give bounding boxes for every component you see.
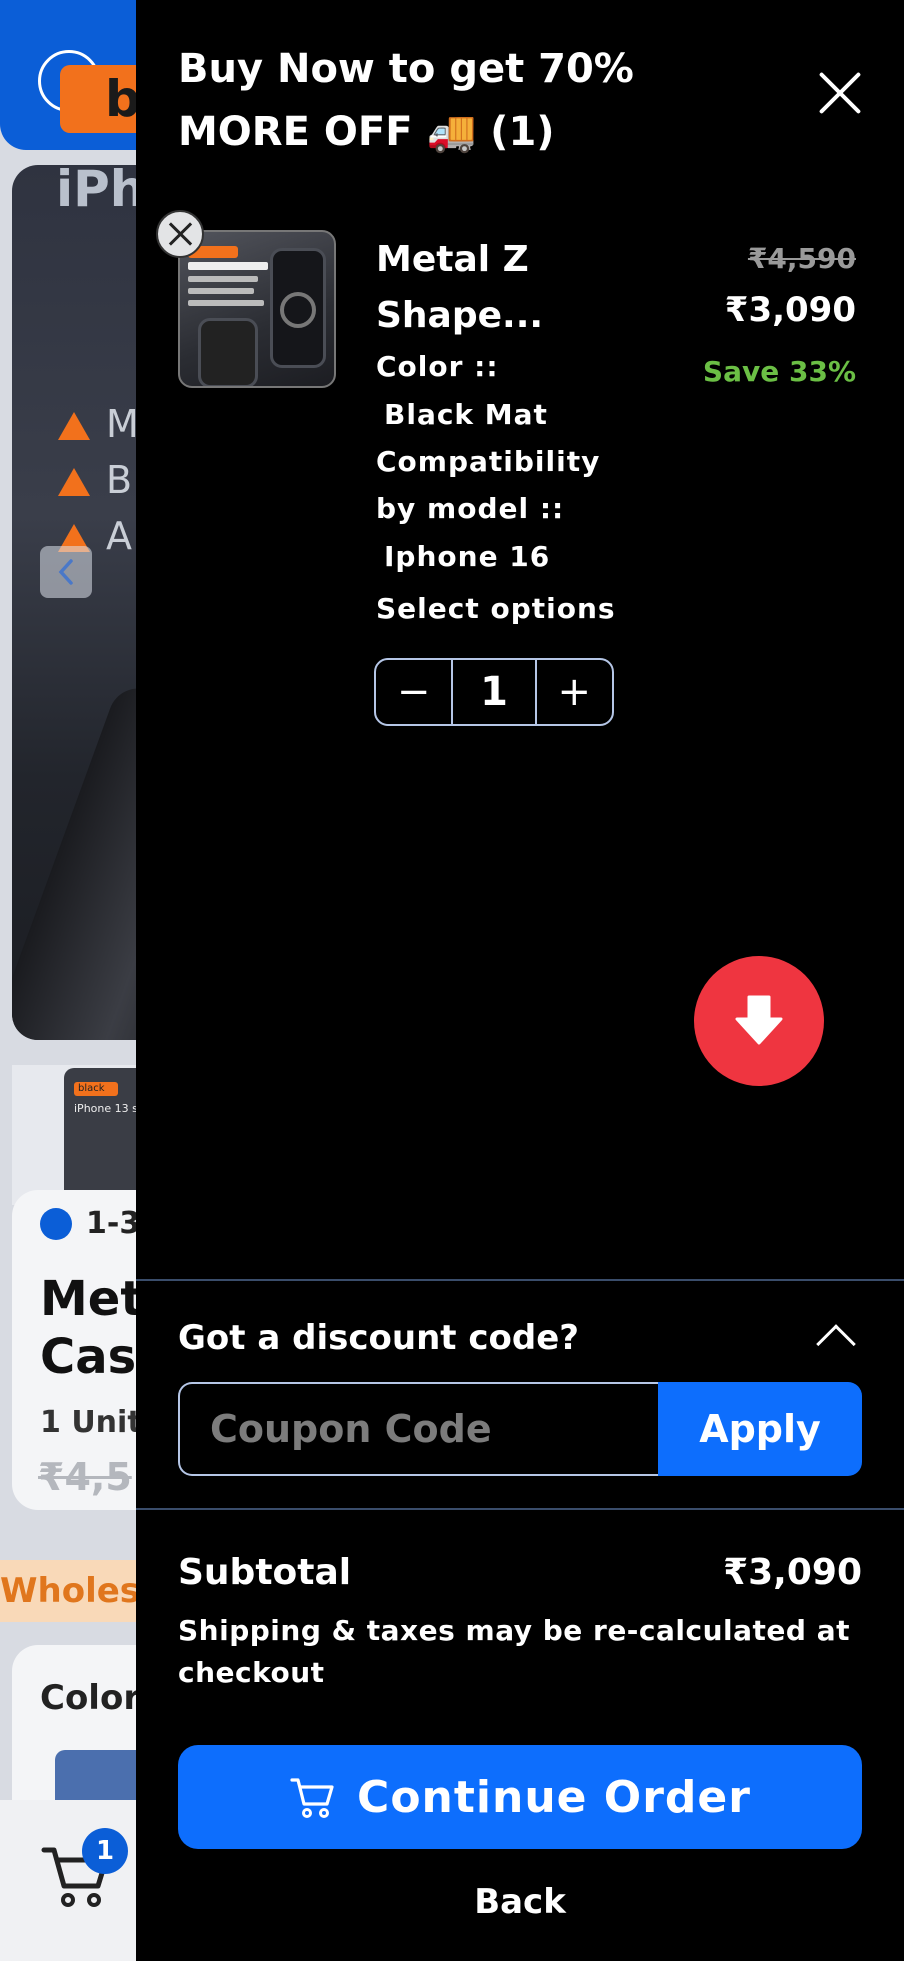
product-name[interactable]: Metal Z Shape... (376, 232, 616, 344)
back-link[interactable]: Back (136, 1882, 904, 1922)
scroll-down-button[interactable] (694, 956, 824, 1086)
drawer-title: Buy Now to get 70% MORE OFF 🚚 (1) (178, 46, 634, 155)
bg-feature-text: M (106, 402, 139, 446)
qty-value[interactable]: 1 (451, 660, 537, 724)
thumb-line (188, 276, 258, 282)
cart-icon (290, 1778, 334, 1818)
bg-delivery-text: 1-3 (86, 1206, 141, 1241)
compat-value: Iphone 16 (384, 540, 551, 573)
select-options-link[interactable]: Select options (376, 592, 616, 625)
remove-item-icon[interactable] (156, 210, 204, 258)
color-value: Black Mat (384, 398, 548, 431)
subtotal-value: ₹3,090 (723, 1552, 862, 1593)
warning-triangle-icon (58, 468, 90, 496)
save-percent: Save 33% (702, 355, 856, 388)
bg-title-fragment: iPh (56, 160, 146, 218)
thumb-ring (280, 292, 316, 328)
bg-unit-text: 1 Unit (40, 1405, 142, 1440)
product-thumbnail (178, 230, 336, 388)
qty-minus-button[interactable]: − (376, 660, 451, 724)
quantity-stepper: − 1 + (374, 658, 614, 726)
color-label: Color :: (376, 350, 499, 383)
bg-strike-price: ₹4,5 (38, 1455, 132, 1499)
cart-count-badge: 1 (82, 1828, 128, 1874)
bg-color-label: Color (40, 1678, 141, 1718)
arrow-down-icon (735, 995, 783, 1045)
divider (136, 1279, 904, 1281)
continue-order-button[interactable]: Continue Order (178, 1745, 862, 1849)
chevron-up-icon[interactable] (816, 1324, 856, 1364)
divider (136, 1508, 904, 1510)
original-price: ₹4,590 (747, 242, 856, 275)
clock-icon (40, 1208, 72, 1240)
shipping-note: Shipping & taxes may be re-calculated at… (178, 1614, 850, 1689)
coupon-input[interactable] (178, 1382, 658, 1476)
cart-drawer: Buy Now to get 70% MORE OFF 🚚 (1) Metal … (136, 0, 904, 1961)
discount-title[interactable]: Got a discount code? (178, 1318, 579, 1358)
thumb-case-back (198, 318, 258, 386)
bg-feature-text: A (106, 514, 132, 558)
compat-label-1: Compatibility (376, 445, 601, 478)
bg-thumb-tag: black (74, 1082, 118, 1096)
continue-order-label: Continue Order (357, 1771, 751, 1823)
bg-feature-text: B (106, 458, 133, 502)
thumb-line (188, 262, 268, 270)
compat-label-2: by model :: (376, 492, 565, 525)
coupon-form: Apply (178, 1382, 862, 1476)
qty-plus-button[interactable]: + (537, 660, 612, 724)
bg-thumb-text: iPhone 13 s (74, 1102, 138, 1115)
subtotal-label: Subtotal (178, 1552, 352, 1593)
apply-button[interactable]: Apply (658, 1382, 862, 1476)
gallery-prev-button[interactable] (40, 546, 92, 598)
warning-triangle-icon (58, 412, 90, 440)
thumb-line (188, 300, 264, 306)
thumb-line (188, 288, 254, 294)
current-price: ₹3,090 (724, 290, 856, 330)
close-icon[interactable] (816, 68, 866, 118)
